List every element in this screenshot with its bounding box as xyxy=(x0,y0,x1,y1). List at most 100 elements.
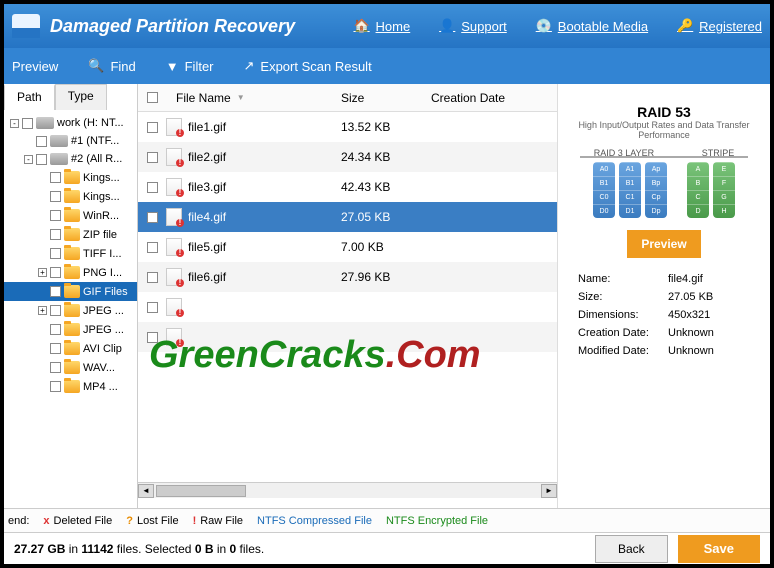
checkbox[interactable] xyxy=(50,381,61,392)
checkbox[interactable] xyxy=(36,136,47,147)
bootable-link[interactable]: 💿Bootable Media xyxy=(535,17,648,35)
file-row[interactable] xyxy=(138,292,557,322)
registered-link[interactable]: 🔑Registered xyxy=(676,17,762,35)
status-text: 27.27 GB in 11142 files. Selected 0 B in… xyxy=(14,542,264,556)
file-row[interactable]: file2.gif24.34 KB xyxy=(138,142,557,172)
find-tool[interactable]: 🔍Find xyxy=(88,58,135,74)
app-header: Damaged Partition Recovery 🏠Home 👤Suppor… xyxy=(4,4,770,48)
file-row[interactable] xyxy=(138,322,557,352)
checkbox[interactable] xyxy=(50,305,61,316)
checkbox[interactable] xyxy=(36,154,47,165)
file-row[interactable]: file3.gif42.43 KB xyxy=(138,172,557,202)
checkbox[interactable] xyxy=(147,302,158,313)
question-icon: ? xyxy=(126,515,133,527)
checkbox[interactable] xyxy=(50,343,61,354)
tab-path[interactable]: Path xyxy=(4,84,55,110)
checkbox[interactable] xyxy=(50,324,61,335)
tree-item[interactable]: WinR... xyxy=(4,206,137,225)
tree-label: MP4 ... xyxy=(83,381,118,393)
file-icon xyxy=(166,148,182,166)
folder-icon xyxy=(64,323,80,336)
home-link[interactable]: 🏠Home xyxy=(353,17,411,35)
header-size[interactable]: Size xyxy=(341,91,431,105)
tree-item[interactable]: +PNG I... xyxy=(4,263,137,282)
tree-label: WinR... xyxy=(83,210,119,222)
support-link[interactable]: 👤Support xyxy=(438,17,507,35)
disk-icon xyxy=(50,153,68,165)
back-button[interactable]: Back xyxy=(595,535,668,563)
meta-key: Name: xyxy=(578,273,668,285)
scroll-thumb[interactable] xyxy=(156,485,246,497)
expand-icon[interactable]: + xyxy=(38,268,47,277)
filter-tool[interactable]: ▼Filter xyxy=(166,59,214,74)
checkbox[interactable] xyxy=(22,118,33,129)
checkbox[interactable] xyxy=(147,332,158,343)
raid-subtitle: High Input/Output Rates and Data Transfe… xyxy=(570,120,758,140)
folder-icon xyxy=(64,209,80,222)
tree-item[interactable]: GIF Files xyxy=(4,282,137,301)
file-row[interactable]: file5.gif7.00 KB xyxy=(138,232,557,262)
header-date[interactable]: Creation Date xyxy=(431,91,557,105)
file-row[interactable]: file4.gif27.05 KB xyxy=(138,202,557,232)
checkbox[interactable] xyxy=(147,182,158,193)
checkbox[interactable] xyxy=(50,267,61,278)
tree-item[interactable]: JPEG ... xyxy=(4,320,137,339)
tree-item[interactable]: Kings... xyxy=(4,168,137,187)
file-row[interactable]: file1.gif13.52 KB xyxy=(138,112,557,142)
expand-icon[interactable]: - xyxy=(24,155,33,164)
export-tool[interactable]: ↗Export Scan Result xyxy=(244,58,372,74)
header-name[interactable]: File Name▼ xyxy=(166,91,341,105)
checkbox[interactable] xyxy=(50,210,61,221)
checkbox[interactable] xyxy=(50,362,61,373)
tree-item[interactable]: AVI Clip xyxy=(4,339,137,358)
expand-icon[interactable]: - xyxy=(10,119,19,128)
tree-item[interactable]: WAV... xyxy=(4,358,137,377)
tree-item[interactable]: -#2 (All R... xyxy=(4,150,137,168)
checkbox[interactable] xyxy=(50,172,61,183)
scrollbar-horizontal[interactable]: ◄ ► xyxy=(138,482,557,498)
tree-item[interactable]: ZIP file xyxy=(4,225,137,244)
tab-type[interactable]: Type xyxy=(55,84,107,110)
legend-lost: ?Lost File xyxy=(126,515,178,527)
folder-icon xyxy=(64,380,80,393)
header-checkbox[interactable] xyxy=(138,92,166,103)
folder-icon xyxy=(64,304,80,317)
file-icon xyxy=(166,298,182,316)
checkbox[interactable] xyxy=(147,152,158,163)
checkbox[interactable] xyxy=(50,191,61,202)
file-size: 27.96 KB xyxy=(341,270,431,284)
tree-label: Kings... xyxy=(83,191,120,203)
file-icon xyxy=(166,178,182,196)
checkbox[interactable] xyxy=(50,229,61,240)
file-icon xyxy=(166,208,182,226)
preview-button[interactable]: Preview xyxy=(627,230,700,258)
tree-item[interactable]: -work (H: NT... xyxy=(4,114,137,132)
checkbox[interactable] xyxy=(147,212,158,223)
checkbox[interactable] xyxy=(50,286,61,297)
tree-item[interactable]: #1 (NTF... xyxy=(4,132,137,150)
expand-icon[interactable]: + xyxy=(38,306,47,315)
file-rows: file1.gif13.52 KBfile2.gif24.34 KBfile3.… xyxy=(138,112,557,352)
tree-item[interactable]: TIFF I... xyxy=(4,244,137,263)
tree-item[interactable]: Kings... xyxy=(4,187,137,206)
checkbox[interactable] xyxy=(147,242,158,253)
raid-cylinder: A1B1C1D1 xyxy=(619,162,641,218)
folder-icon xyxy=(64,247,80,260)
preview-tool[interactable]: Preview xyxy=(12,59,58,74)
save-button[interactable]: Save xyxy=(678,535,760,563)
tree-item[interactable]: +JPEG ... xyxy=(4,301,137,320)
scroll-right-icon[interactable]: ► xyxy=(541,484,557,498)
file-size: 7.00 KB xyxy=(341,240,431,254)
file-list: File Name▼ Size Creation Date file1.gif1… xyxy=(138,84,558,508)
file-name: file2.gif xyxy=(188,150,226,164)
scroll-left-icon[interactable]: ◄ xyxy=(138,484,154,498)
main-area: Path Type -work (H: NT...#1 (NTF...-#2 (… xyxy=(4,84,770,508)
checkbox[interactable] xyxy=(50,248,61,259)
file-row[interactable]: file6.gif27.96 KB xyxy=(138,262,557,292)
meta-row: Dimensions:450x321 xyxy=(578,306,750,324)
tree-item[interactable]: MP4 ... xyxy=(4,377,137,396)
list-header: File Name▼ Size Creation Date xyxy=(138,84,557,112)
checkbox[interactable] xyxy=(147,122,158,133)
checkbox[interactable] xyxy=(147,272,158,283)
tree-label: AVI Clip xyxy=(83,343,122,355)
